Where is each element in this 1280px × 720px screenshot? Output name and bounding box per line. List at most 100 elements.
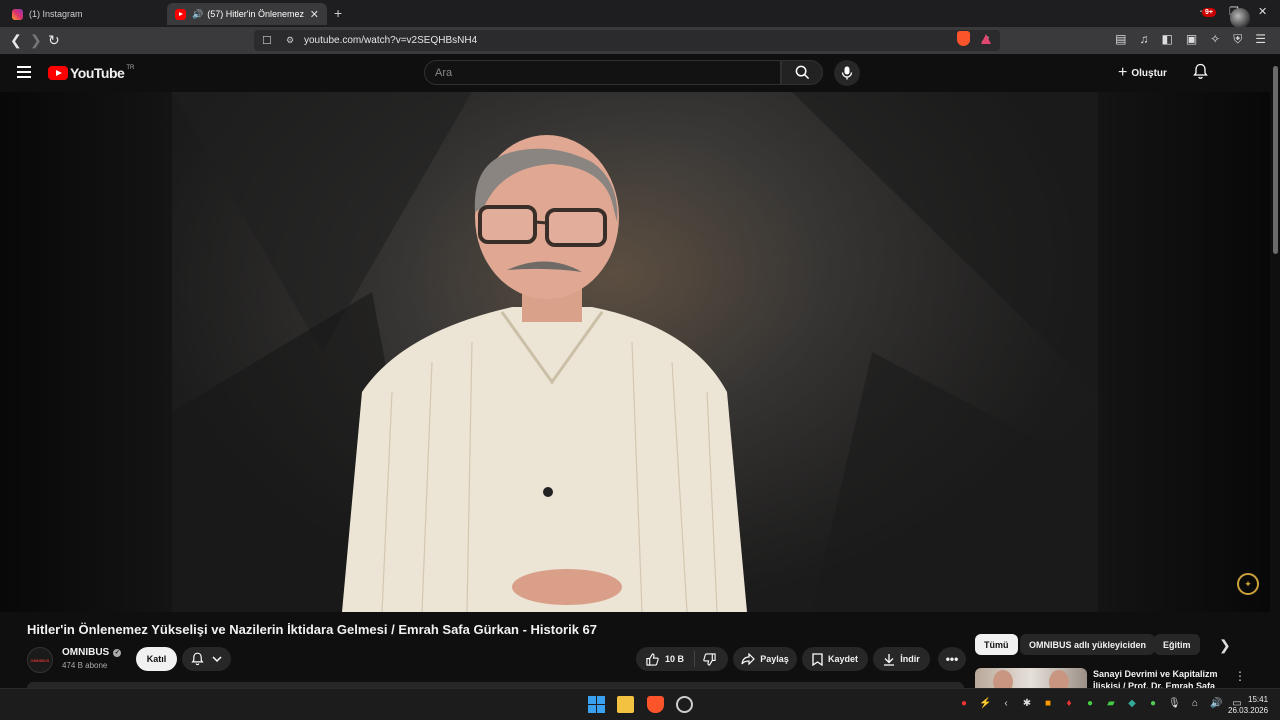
site-info-icon[interactable]: ⚙ bbox=[286, 35, 294, 46]
wallet-icon[interactable]: ▣ bbox=[1186, 32, 1197, 47]
recommended-title[interactable]: Sanayi Devrimi ve Kapitalizm İlişkisi / … bbox=[1093, 668, 1223, 688]
more-vertical-icon[interactable]: ⋮ bbox=[1234, 669, 1246, 683]
brave-browser-icon[interactable] bbox=[647, 696, 664, 713]
logo-word: YouTube bbox=[70, 65, 125, 81]
search-box[interactable] bbox=[424, 60, 781, 85]
channel-avatar-text: OMNIBUS bbox=[30, 657, 50, 663]
clock-time: 15:41 bbox=[1248, 695, 1269, 704]
taskbar-clock[interactable]: 15:41 26.03.2026 bbox=[1228, 694, 1268, 716]
vpn-icon[interactable]: ⛨ bbox=[1233, 32, 1242, 47]
reload-button[interactable]: ↻ bbox=[48, 32, 60, 49]
search-button[interactable] bbox=[781, 60, 823, 85]
tray-app-icon[interactable]: ◆ bbox=[1126, 698, 1138, 709]
channel-name: OMNIBUS bbox=[62, 647, 110, 658]
microphone-icon bbox=[841, 66, 853, 80]
subscription-bell-button[interactable] bbox=[182, 647, 231, 671]
notifications-button[interactable] bbox=[1193, 63, 1208, 85]
scrollbar-thumb[interactable] bbox=[1273, 66, 1278, 254]
address-bar[interactable]: ☐ ⚙ youtube.com/watch?v=v2SEQHBsNH4 ▭ ⇗ bbox=[254, 30, 1000, 51]
share-icon bbox=[741, 653, 756, 665]
url-text: youtube.com/watch?v=v2SEQHBsNH4 bbox=[304, 35, 478, 46]
like-button[interactable]: 10 B bbox=[636, 651, 696, 667]
channel-avatar[interactable]: OMNIBUS bbox=[27, 647, 53, 673]
brave-shield-icon[interactable] bbox=[957, 31, 970, 46]
chip-education[interactable]: Eğitim bbox=[1154, 634, 1200, 655]
file-explorer-icon[interactable] bbox=[617, 696, 634, 713]
dislike-button[interactable] bbox=[695, 652, 724, 666]
brave-rewards-icon[interactable] bbox=[981, 34, 991, 44]
music-icon[interactable]: ♫ bbox=[1139, 32, 1148, 47]
volume-icon[interactable]: 🔊 bbox=[1210, 698, 1222, 709]
download-label: İndir bbox=[900, 654, 920, 664]
plus-icon: + bbox=[1118, 64, 1128, 81]
more-actions-button[interactable]: ••• bbox=[938, 647, 966, 671]
menu-icon[interactable]: ☰ bbox=[1255, 32, 1266, 47]
channel-name-link[interactable]: OMNIBUS ✓ bbox=[62, 647, 122, 658]
youtube-icon bbox=[175, 8, 186, 20]
new-tab-button[interactable]: + bbox=[334, 5, 342, 21]
browser-tab-strip: (1) Instagram 🔊 (57) Hitler'in Önlenemez… bbox=[0, 0, 1280, 27]
hamburger-menu-icon[interactable] bbox=[17, 66, 31, 78]
video-frame bbox=[172, 92, 1098, 612]
chip-all[interactable]: Tümü bbox=[975, 634, 1018, 655]
bell-icon bbox=[1193, 63, 1208, 79]
tray-app-icon[interactable]: ● bbox=[1084, 698, 1096, 709]
join-button[interactable]: Katıl bbox=[136, 647, 177, 671]
back-button[interactable]: ❮ bbox=[10, 32, 22, 49]
channel-watermark-icon[interactable]: ✦ bbox=[1237, 573, 1259, 595]
account-avatar[interactable] bbox=[1230, 8, 1250, 28]
sidebar-icon[interactable]: ◧ bbox=[1161, 32, 1172, 47]
close-window-button[interactable]: ✕ bbox=[1258, 5, 1267, 18]
download-button[interactable]: İndir bbox=[873, 647, 930, 671]
like-count: 10 B bbox=[665, 654, 685, 664]
app-icon[interactable] bbox=[676, 696, 693, 713]
share-label: Paylaş bbox=[760, 654, 789, 664]
tab-youtube[interactable]: 🔊 (57) Hitler'in Önlenemez Yükselişi ✕ bbox=[167, 3, 327, 25]
tray-app-icon[interactable]: ▰ bbox=[1105, 698, 1117, 709]
search-input[interactable] bbox=[435, 66, 755, 79]
youtube-logo[interactable]: YouTube TR bbox=[48, 65, 134, 81]
create-label: Oluştur bbox=[1131, 67, 1167, 79]
tray-chevron-icon[interactable]: ‹ bbox=[1000, 698, 1012, 709]
network-icon[interactable]: ⌂ bbox=[1189, 698, 1201, 709]
tray-app-icon[interactable]: ● bbox=[1147, 698, 1159, 709]
video-title: Hitler'in Önlenemez Yükselişi ve Naziler… bbox=[27, 622, 598, 637]
tray-app-icon[interactable]: ♦ bbox=[1063, 698, 1075, 709]
tray-app-icon[interactable]: ● bbox=[958, 698, 970, 709]
microphone-tray-icon[interactable]: 🎙 bbox=[1168, 698, 1181, 709]
speaker-icon[interactable]: 🔊 bbox=[192, 9, 203, 20]
bell-icon bbox=[191, 652, 204, 666]
system-tray: ● ⚡ ‹ ✱ ■ ♦ ● ▰ ◆ ● 🎙 ⌂ 🔊 ▭ bbox=[958, 698, 1243, 709]
close-tab-icon[interactable]: ✕ bbox=[310, 8, 319, 21]
save-label: Kaydet bbox=[827, 654, 858, 664]
share-button[interactable]: Paylaş bbox=[733, 647, 797, 671]
tab-title: (1) Instagram bbox=[29, 9, 83, 19]
thumbs-down-icon bbox=[703, 652, 716, 666]
search-icon bbox=[795, 65, 809, 80]
save-button[interactable]: Kaydet bbox=[802, 647, 868, 671]
forward-button[interactable]: ❯ bbox=[30, 32, 42, 49]
youtube-play-icon bbox=[48, 66, 68, 80]
chevron-down-icon bbox=[212, 655, 222, 662]
youtube-header: YouTube TR + Oluştur bbox=[0, 54, 1270, 92]
windows-taskbar: ● ⚡ ‹ ✱ ■ ♦ ● ▰ ◆ ● 🎙 ⌂ 🔊 ▭ 15:41 26.03.… bbox=[0, 688, 1280, 720]
video-content-image bbox=[172, 92, 1098, 612]
leo-ai-icon[interactable]: ✧ bbox=[1210, 32, 1220, 47]
windows-start-icon[interactable] bbox=[588, 696, 605, 713]
subscriber-count: 474 B abone bbox=[62, 661, 108, 670]
instagram-icon bbox=[12, 8, 23, 20]
reader-icon[interactable]: ▤ bbox=[1115, 32, 1126, 47]
tab-title: (57) Hitler'in Önlenemez Yükselişi bbox=[207, 9, 304, 19]
chevron-right-icon[interactable]: ❯ bbox=[1219, 637, 1231, 654]
tray-app-icon[interactable]: ■ bbox=[1042, 698, 1054, 709]
bookmark-icon[interactable]: ☐ bbox=[262, 34, 272, 47]
like-dislike-group: 10 B bbox=[636, 647, 728, 671]
recommended-thumbnail[interactable] bbox=[975, 668, 1087, 688]
tray-app-icon[interactable]: ✱ bbox=[1021, 698, 1033, 709]
tray-app-icon[interactable]: ⚡ bbox=[979, 698, 991, 709]
tab-instagram[interactable]: (1) Instagram bbox=[4, 3, 164, 25]
voice-search-button[interactable] bbox=[834, 60, 860, 86]
video-player[interactable] bbox=[0, 92, 1270, 612]
create-button[interactable]: + Oluştur bbox=[1118, 64, 1167, 82]
chip-from-uploader[interactable]: OMNIBUS adlı yükleyiciden bbox=[1020, 634, 1156, 655]
